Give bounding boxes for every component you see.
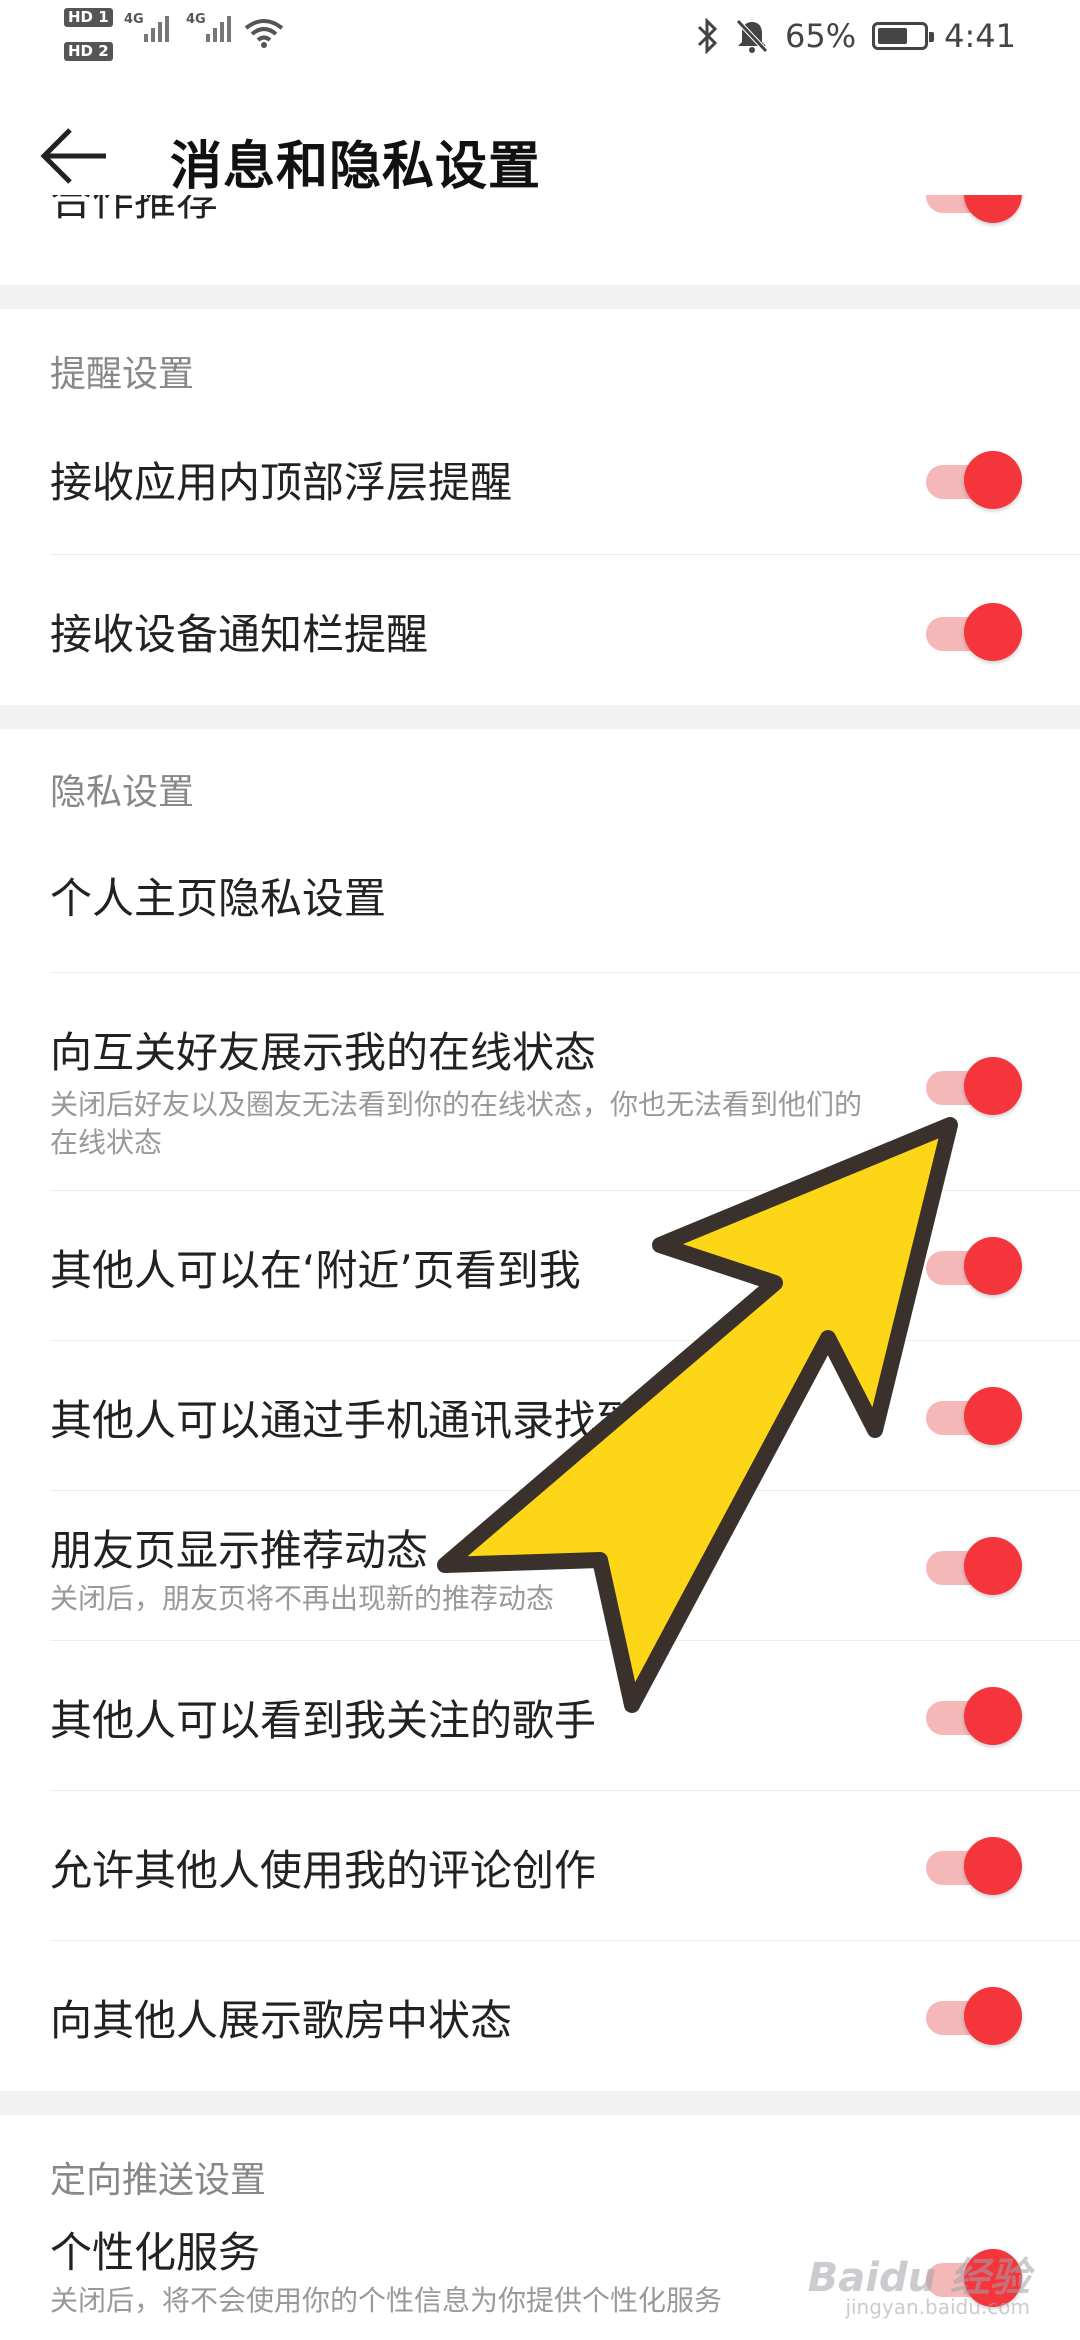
row-label: 向其他人展示歌房中状态 — [50, 1996, 513, 2045]
wifi-icon — [244, 19, 284, 48]
row-followed-singers[interactable]: 其他人可以看到我关注的歌手 — [50, 1641, 1080, 1791]
battery-fill — [878, 28, 908, 44]
toggle-knob — [964, 1237, 1022, 1295]
partial-row-label: 合作推荐 — [50, 195, 219, 225]
row-text: 个性化服务 关闭后，将不会使用你的个性信息为你提供个性化服务 — [50, 2219, 870, 2320]
sim2-network-type: 4G — [186, 12, 206, 27]
back-button[interactable] — [40, 120, 124, 192]
row-label: 接收设备通知栏提醒 — [50, 610, 429, 659]
toggle-knob — [964, 1687, 1022, 1745]
row-notification-bar[interactable]: 接收设备通知栏提醒 — [50, 555, 1080, 705]
partial-section: 合作推荐 — [0, 195, 1080, 285]
toggle-knob — [964, 1537, 1022, 1595]
settings-list[interactable]: 合作推荐 提醒设置 接收应用内顶部浮层提醒 接收设备通知栏提醒 隐私设置 个人主… — [0, 195, 1080, 2340]
bell-off-icon — [736, 19, 768, 53]
row-recommended-feed[interactable]: 朋友页显示推荐动态 关闭后，朋友页将不再出现新的推荐动态 — [50, 1491, 1080, 1641]
row-label: 其他人可以看到我关注的歌手 — [50, 1696, 597, 1745]
row-online-status[interactable]: 向互关好友展示我的在线状态 关闭后好友以及圈友无法看到你的在线状态，你也无法看到… — [50, 973, 1080, 1191]
toggle-ktv-status[interactable] — [926, 1985, 1022, 2047]
toggle-in-app-banner[interactable] — [926, 449, 1022, 511]
page-title: 消息和隐私设置 — [170, 137, 542, 197]
sim1-signal-icon — [144, 14, 169, 42]
toggle-recommended-feed[interactable] — [926, 1535, 1022, 1597]
partial-toggle[interactable] — [926, 195, 1022, 225]
sim2-signal-icon — [206, 14, 231, 42]
row-description: 关闭后好友以及圈友无法看到你的在线状态，你也无法看到他们的在线状态 — [50, 1088, 863, 1159]
row-nearby[interactable]: 其他人可以在‘附近’页看到我 — [50, 1191, 1080, 1341]
partial-row[interactable]: 合作推荐 — [50, 195, 1080, 285]
toggle-online-status[interactable] — [926, 1055, 1022, 1117]
watermark-url: jingyan.baidu.com — [845, 2295, 1030, 2319]
hd2-badge: HD 2 — [64, 42, 113, 61]
row-description: 关闭后，将不会使用你的个性信息为你提供个性化服务 — [50, 2284, 723, 2317]
row-text: 朋友页显示推荐动态 关闭后，朋友页将不再出现新的推荐动态 — [50, 1517, 870, 1618]
clock: 4:41 — [944, 17, 1016, 55]
toggle-knob — [964, 195, 1022, 223]
toggle-contacts[interactable] — [926, 1385, 1022, 1447]
section-divider — [0, 2091, 1080, 2115]
row-text: 向互关好友展示我的在线状态 关闭后好友以及圈友无法看到你的在线状态，你也无法看到… — [50, 1019, 870, 1162]
battery-icon — [872, 22, 935, 50]
row-ktv-status[interactable]: 向其他人展示歌房中状态 — [50, 1941, 1080, 2091]
row-in-app-banner[interactable]: 接收应用内顶部浮层提醒 — [50, 405, 1080, 555]
section-divider — [0, 285, 1080, 309]
section-privacy-settings: 隐私设置 个人主页隐私设置 向互关好友展示我的在线状态 关闭后好友以及圈友无法看… — [0, 729, 1080, 2091]
network-indicators: HD 1 HD 2 4G 4G — [64, 6, 304, 70]
toggle-knob — [964, 1987, 1022, 2045]
row-comment-creation[interactable]: 允许其他人使用我的评论创作 — [50, 1791, 1080, 1941]
section-title-targeted-push: 定向推送设置 — [50, 2160, 267, 2201]
row-label: 朋友页显示推荐动态 — [50, 1526, 429, 1575]
toggle-knob — [964, 451, 1022, 509]
arrow-left-icon — [40, 128, 106, 184]
section-divider — [0, 705, 1080, 729]
row-label: 个性化服务 — [50, 2228, 261, 2277]
sim1-network-type: 4G — [124, 12, 144, 27]
toggle-knob — [964, 1837, 1022, 1895]
hd1-badge: HD 1 — [64, 8, 113, 27]
section-reminder-settings: 提醒设置 接收应用内顶部浮层提醒 接收设备通知栏提醒 — [0, 309, 1080, 705]
row-contacts[interactable]: 其他人可以通过手机通讯录找到我 — [50, 1341, 1080, 1491]
row-label: 向互关好友展示我的在线状态 — [50, 1028, 597, 1077]
row-profile-privacy[interactable]: 个人主页隐私设置 — [50, 823, 1080, 973]
row-label: 其他人可以通过手机通讯录找到我 — [50, 1396, 681, 1445]
toggle-knob — [964, 1387, 1022, 1445]
toggle-nearby[interactable] — [926, 1235, 1022, 1297]
toggle-followed-singers[interactable] — [926, 1685, 1022, 1747]
section-title-reminder: 提醒设置 — [50, 354, 195, 395]
toggle-comment-creation[interactable] — [926, 1835, 1022, 1897]
toggle-knob — [964, 1057, 1022, 1115]
status-bar: HD 1 HD 2 4G 4G 65% 4:41 — [0, 0, 1080, 75]
row-label: 允许其他人使用我的评论创作 — [50, 1846, 597, 1895]
row-label: 个人主页隐私设置 — [50, 874, 387, 923]
section-title-privacy: 隐私设置 — [50, 772, 195, 813]
system-indicators: 65% 4:41 — [695, 14, 1016, 58]
battery-percent: 65% — [785, 17, 857, 55]
toggle-knob — [964, 603, 1022, 661]
row-description: 关闭后，朋友页将不再出现新的推荐动态 — [50, 1582, 555, 1615]
bluetooth-icon — [697, 18, 718, 54]
toggle-notification-bar[interactable] — [926, 601, 1022, 663]
row-label: 其他人可以在‘附近’页看到我 — [50, 1246, 581, 1295]
row-label: 接收应用内顶部浮层提醒 — [50, 458, 513, 507]
